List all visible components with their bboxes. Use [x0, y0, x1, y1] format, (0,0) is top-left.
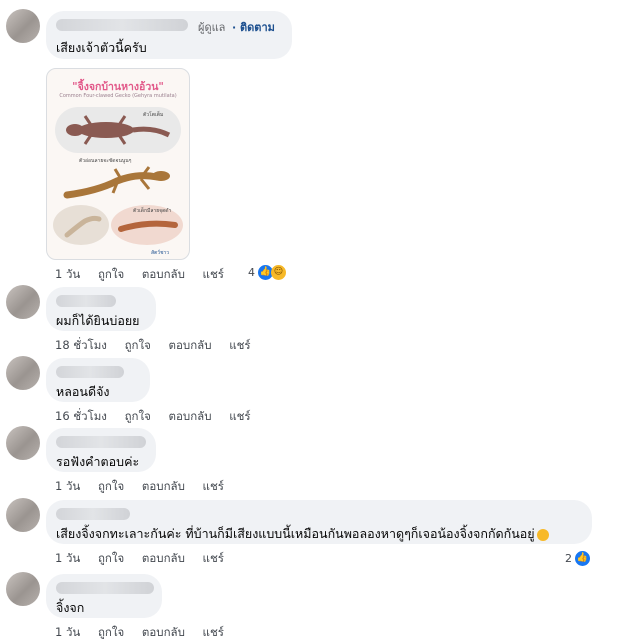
spotted-label: ตัวเด็กมีลายจุดดำ: [133, 208, 172, 214]
like-button[interactable]: ถูกใจ: [98, 551, 124, 565]
comment-bubble: จิ้งจก: [46, 574, 162, 618]
comment-actions: 18 ชั่วโมง ถูกใจ ตอบกลับ แชร์: [55, 337, 265, 355]
gecko-infographic-image[interactable]: "จิ้งจกบ้านหางอ้วน" Common Four-clawed G…: [46, 68, 190, 260]
comment-bubble: หลอนดีจัง: [46, 358, 150, 402]
avatar[interactable]: [6, 572, 40, 606]
avatar[interactable]: [6, 426, 40, 460]
reply-button[interactable]: ตอบกลับ: [142, 267, 185, 281]
share-button[interactable]: แชร์: [229, 338, 250, 352]
commenter-name-blurred[interactable]: [56, 295, 116, 307]
avatar[interactable]: [6, 498, 40, 532]
juvenile-label: ตัวอ่อนลายจะชัดจนนูนๆ: [79, 158, 132, 164]
comment-actions: 1 วัน ถูกใจ ตอบกลับ แชร์: [55, 624, 238, 642]
comment-text: จิ้งจก: [56, 600, 85, 615]
comment-actions: 1 วัน ถูกใจ ตอบกลับ แชร์: [55, 550, 238, 568]
like-button[interactable]: ถูกใจ: [125, 409, 151, 423]
commenter-name-blurred[interactable]: [56, 366, 124, 378]
share-button[interactable]: แชร์: [203, 479, 224, 493]
gecko-juvenile-icon: [63, 166, 170, 199]
commenter-name-blurred[interactable]: [56, 436, 146, 448]
gecko-spotted-juvenile-icon: [118, 220, 178, 232]
reply-button[interactable]: ตอบกลับ: [169, 409, 212, 423]
comment-actions: 1 วัน ถูกใจ ตอบกลับ แชร์: [55, 266, 238, 284]
care-emoji-icon: ☺: [271, 265, 286, 280]
comment-time[interactable]: 18 ชั่วโมง: [55, 338, 107, 352]
thumbs-up-icon: 👍: [574, 550, 591, 567]
like-button[interactable]: ถูกใจ: [125, 338, 151, 352]
comment-time[interactable]: 1 วัน: [55, 625, 80, 639]
reaction-count: 2: [565, 552, 572, 565]
haha-emoji-icon: [536, 528, 549, 541]
reply-button[interactable]: ตอบกลับ: [169, 338, 212, 352]
share-button[interactable]: แชร์: [203, 551, 224, 565]
reply-button[interactable]: ตอบกลับ: [142, 551, 185, 565]
infographic-subtitle: Common Four-clawed Gecko (Gehyra mutilat…: [59, 93, 177, 99]
comment-bubble: เสียงจิ้งจกทะเลาะกันค่ะ ที่บ้านก็มีเสียง…: [46, 500, 592, 544]
like-button[interactable]: ถูกใจ: [98, 625, 124, 639]
comment-bubble: ผู้ดูแล · ติดตาม เสียงเจ้าตัวนี้ครับ: [46, 11, 292, 59]
avatar[interactable]: [6, 285, 40, 319]
share-button[interactable]: แชร์: [203, 625, 224, 639]
comment-bubble: ผมก็ได้ยินบ่อยย: [46, 287, 156, 331]
comment-text: เสียงเจ้าตัวนี้ครับ: [56, 40, 147, 55]
commenter-name-blurred[interactable]: [56, 508, 130, 520]
reply-button[interactable]: ตอบกลับ: [142, 625, 185, 639]
reply-button[interactable]: ตอบกลับ: [142, 479, 185, 493]
comment-text: หลอนดีจัง: [56, 384, 110, 399]
comment-text: ผมก็ได้ยินบ่อยย: [56, 313, 140, 328]
comment-time[interactable]: 1 วัน: [55, 551, 80, 565]
commenter-name-blurred[interactable]: [56, 582, 154, 594]
infographic-footer: สัตว์ชาว: [151, 250, 170, 256]
comment-time[interactable]: 1 วัน: [55, 479, 80, 493]
comment-time[interactable]: 1 วัน: [55, 267, 80, 281]
adult-label: ตัวโตเต็ม: [143, 112, 164, 118]
like-button[interactable]: ถูกใจ: [98, 267, 124, 281]
avatar[interactable]: [6, 356, 40, 390]
like-button[interactable]: ถูกใจ: [98, 479, 124, 493]
gecko-hatchling-icon: [64, 215, 102, 238]
reaction-summary[interactable]: 4 👍 ☺: [248, 264, 286, 281]
comment-bubble: รอฟังคำตอบค่ะ: [46, 428, 156, 472]
comment-actions: 16 ชั่วโมง ถูกใจ ตอบกลับ แชร์: [55, 408, 265, 426]
commenter-name-blurred[interactable]: [56, 19, 188, 31]
comment-text: เสียงจิ้งจกทะเลาะกันค่ะ ที่บ้านก็มีเสียง…: [56, 524, 549, 544]
share-button[interactable]: แชร์: [229, 409, 250, 423]
reaction-summary[interactable]: 2 👍: [565, 550, 591, 567]
reaction-count: 4: [248, 266, 255, 279]
share-button[interactable]: แชร์: [203, 267, 224, 281]
follow-link[interactable]: · ติดตาม: [232, 18, 275, 36]
avatar[interactable]: [6, 9, 40, 43]
comment-time[interactable]: 16 ชั่วโมง: [55, 409, 107, 423]
comment-text: รอฟังคำตอบค่ะ: [56, 454, 140, 469]
admin-role-label: ผู้ดูแล: [198, 21, 226, 34]
comment-actions: 1 วัน ถูกใจ ตอบกลับ แชร์: [55, 478, 238, 496]
